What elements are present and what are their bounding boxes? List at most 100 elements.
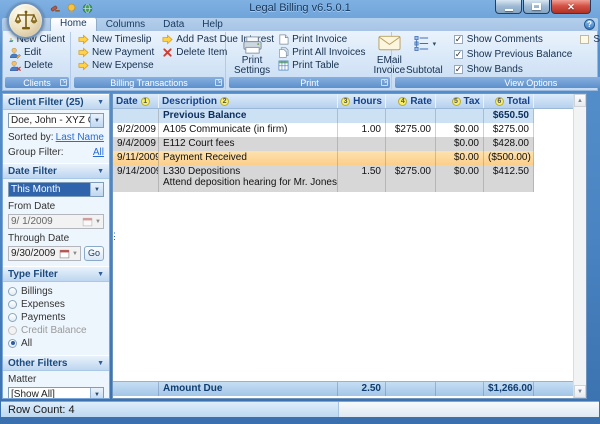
- row-count-label: Row Count: 4: [8, 404, 75, 416]
- row-filler: [534, 137, 573, 151]
- maximize-button[interactable]: [523, 0, 550, 14]
- row-comment: Attend deposition hearing for Mr. Jones: [163, 177, 333, 188]
- print-settings-button[interactable]: Print Settings: [231, 33, 273, 76]
- row-tax: $0.00: [436, 137, 484, 151]
- chevron-down-icon: ▼: [93, 219, 103, 225]
- row-description-code: L330 Depositions: [163, 166, 333, 177]
- minimize-button[interactable]: [495, 0, 522, 14]
- edit-client-label: Edit: [24, 47, 41, 58]
- view-option-controls: ▾ Subtotal Show Comments Show Previous B…: [395, 32, 600, 77]
- previous-balance-row[interactable]: Previous Balance $650.50: [113, 109, 573, 123]
- row-date: 9/4/2009: [113, 137, 159, 151]
- tab-help[interactable]: Help: [193, 19, 232, 31]
- row-filler: [534, 165, 573, 192]
- table-row[interactable]: 9/4/2009 E112 Court fees $0.00 $428.00: [113, 137, 573, 151]
- column-number-badge: 3: [341, 97, 350, 106]
- other-filters-body: Matter [Show All] ▼ Invoice [Show All] ▼…: [3, 371, 109, 399]
- application-menu-orb[interactable]: [7, 2, 44, 39]
- window-controls: ✕: [495, 0, 591, 14]
- clients-dialog-launcher-icon[interactable]: [60, 79, 67, 86]
- from-date-label: From Date: [8, 201, 104, 212]
- new-payment-button[interactable]: New Payment: [76, 46, 156, 59]
- search-footer-checkbox[interactable]: Search Footer: [580, 33, 600, 46]
- amount-due-hours: 2.50: [338, 382, 386, 396]
- person-edit-icon: [9, 47, 21, 59]
- amount-due-total: $1,266.00: [484, 382, 534, 396]
- column-header-description[interactable]: Description 2: [159, 94, 338, 108]
- chevron-down-icon[interactable]: ▼: [90, 183, 103, 196]
- sorted-by-link[interactable]: Last Name: [56, 132, 104, 143]
- matter-select[interactable]: [Show All] ▼: [8, 387, 104, 399]
- subtotal-dropdown-icon[interactable]: ▾: [433, 40, 437, 48]
- chevron-down-icon[interactable]: ▼: [70, 251, 80, 257]
- view-options-group-caption: View Options: [395, 77, 600, 88]
- radio-credit-balance: Credit Balance: [8, 324, 104, 336]
- client-select[interactable]: Doe, John - XYZ Corporation ▼: [8, 113, 104, 128]
- new-timeslip-button[interactable]: New Timeslip: [76, 33, 156, 46]
- scroll-up-icon[interactable]: ▲: [574, 94, 586, 107]
- tab-columns[interactable]: Columns: [97, 19, 154, 31]
- vertical-scrollbar[interactable]: ▲ ▼: [573, 94, 586, 398]
- chevron-down-icon[interactable]: ▼: [90, 388, 103, 399]
- edit-client-button[interactable]: Edit: [7, 46, 67, 59]
- column-header-hours[interactable]: 3 Hours: [338, 94, 386, 108]
- chevron-down-icon: [97, 360, 104, 367]
- table-header-row: Date 1 Description 2 3 Hours 4 Rate: [113, 94, 573, 109]
- billing-dialog-launcher-icon[interactable]: [215, 79, 222, 86]
- credit-balance-label: Credit Balance: [21, 325, 87, 336]
- new-expense-button[interactable]: New Expense: [76, 59, 156, 72]
- show-previous-balance-checkbox[interactable]: Show Previous Balance: [454, 48, 573, 61]
- print-invoice-button[interactable]: Print Invoice: [276, 33, 367, 46]
- go-button[interactable]: Go: [84, 246, 104, 261]
- print-table-label: Print Table: [292, 60, 339, 71]
- other-filters-header[interactable]: Other Filters: [3, 355, 109, 371]
- client-filter-header[interactable]: Client Filter (25): [3, 94, 109, 110]
- show-bands-checkbox[interactable]: Show Bands: [454, 63, 573, 76]
- through-date-label: Through Date: [8, 233, 104, 244]
- show-bands-label: Show Bands: [467, 64, 523, 75]
- column-header-tax[interactable]: 5 Tax: [436, 94, 484, 108]
- row-filler: [534, 123, 573, 137]
- table-row-payment[interactable]: 9/11/2009 Payment Received $0.00 ($500.0…: [113, 151, 573, 165]
- print-buttons: Print Settings Print Invoice: [229, 32, 390, 77]
- column-header-date[interactable]: Date 1: [113, 94, 159, 108]
- clients-caption-label: Clients: [23, 78, 51, 88]
- type-filter-header[interactable]: Type Filter: [3, 266, 109, 282]
- printer-icon: [242, 35, 263, 56]
- column-header-rate[interactable]: 4 Rate: [386, 94, 436, 108]
- table-row[interactable]: 9/14/2009 L330 Depositions Attend deposi…: [113, 165, 573, 192]
- delete-client-button[interactable]: Delete: [7, 59, 67, 72]
- chevron-down-icon[interactable]: ▼: [90, 114, 103, 127]
- print-all-invoices-button[interactable]: Print All Invoices: [276, 46, 367, 59]
- close-button[interactable]: ✕: [551, 0, 591, 14]
- column-header-total[interactable]: 6 Total: [484, 94, 534, 108]
- show-comments-checkbox[interactable]: Show Comments: [454, 33, 573, 46]
- row-hours: [338, 151, 386, 165]
- ribbon: New Client Edit Delete: [2, 31, 598, 91]
- row-total: $275.00: [484, 123, 534, 137]
- tab-home[interactable]: Home: [50, 17, 97, 31]
- subtotal-button[interactable]: ▾ Subtotal: [403, 33, 446, 76]
- print-table-button[interactable]: Print Table: [276, 59, 367, 72]
- date-filter-header[interactable]: Date Filter: [3, 163, 109, 179]
- print-dialog-launcher-icon[interactable]: [381, 79, 388, 86]
- client-filter-title: Client Filter (25): [8, 97, 84, 108]
- tab-data[interactable]: Data: [154, 19, 193, 31]
- group-filter-link[interactable]: All: [93, 147, 104, 158]
- column-number-badge: 1: [141, 97, 150, 106]
- radio-expenses[interactable]: Expenses: [8, 298, 104, 310]
- radio-payments[interactable]: Payments: [8, 311, 104, 323]
- radio-billings[interactable]: Billings: [8, 285, 104, 297]
- row-rate: [386, 151, 436, 165]
- calendar-icon[interactable]: [59, 248, 70, 259]
- scroll-down-icon[interactable]: ▼: [574, 385, 586, 398]
- date-preset-value: This Month: [9, 183, 90, 196]
- radio-all[interactable]: All: [8, 337, 104, 349]
- row-total: $412.50: [484, 165, 534, 192]
- date-preset-select[interactable]: This Month ▼: [8, 182, 104, 197]
- help-icon[interactable]: [584, 19, 595, 30]
- through-date-field[interactable]: 9/30/2009 ▼: [8, 246, 81, 261]
- table-row[interactable]: 9/2/2009 A105 Communicate (in firm) 1.00…: [113, 123, 573, 137]
- row-hours: 1.50: [338, 165, 386, 192]
- sidebar-splitter[interactable]: ⋮: [110, 234, 119, 238]
